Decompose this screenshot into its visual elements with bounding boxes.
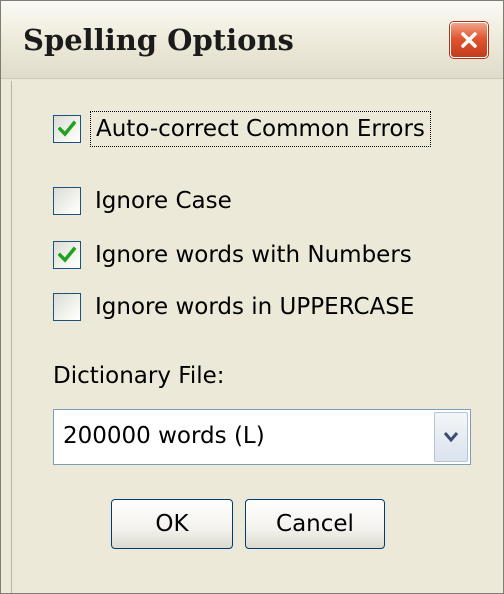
title-bar[interactable]: Spelling Options (1, 1, 503, 79)
spelling-options-dialog: Spelling Options Auto-correct Common Err… (0, 0, 504, 594)
option-ignore-numbers[interactable]: Ignore words with Numbers (53, 237, 412, 273)
auto-correct-checkbox[interactable] (53, 115, 81, 143)
ignore-numbers-label[interactable]: Ignore words with Numbers (95, 242, 412, 268)
ok-button[interactable]: OK (111, 499, 233, 549)
ignore-uppercase-checkbox[interactable] (53, 293, 81, 321)
ignore-numbers-checkbox[interactable] (53, 241, 81, 269)
checkmark-icon (58, 120, 76, 137)
dictionary-file-label: Dictionary File: (53, 363, 225, 389)
dropdown-button[interactable] (434, 412, 468, 462)
ignore-case-checkbox[interactable] (53, 187, 81, 215)
option-ignore-uppercase[interactable]: Ignore words in UPPERCASE (53, 289, 414, 325)
auto-correct-label[interactable]: Auto-correct Common Errors (90, 111, 431, 147)
close-icon (461, 32, 477, 48)
option-auto-correct[interactable]: Auto-correct Common Errors (53, 111, 431, 147)
option-ignore-case[interactable]: Ignore Case (53, 183, 232, 219)
chevron-down-icon (443, 432, 459, 443)
dialog-title: Spelling Options (23, 23, 294, 57)
dictionary-file-select[interactable]: 200000 words (L) (53, 409, 471, 465)
ignore-case-label[interactable]: Ignore Case (95, 188, 232, 214)
left-border (11, 81, 12, 593)
close-button[interactable] (450, 22, 488, 58)
ignore-uppercase-label[interactable]: Ignore words in UPPERCASE (95, 294, 414, 320)
checkmark-icon (58, 246, 76, 263)
dictionary-selected-value: 200000 words (L) (63, 423, 265, 449)
cancel-button[interactable]: Cancel (245, 499, 385, 549)
